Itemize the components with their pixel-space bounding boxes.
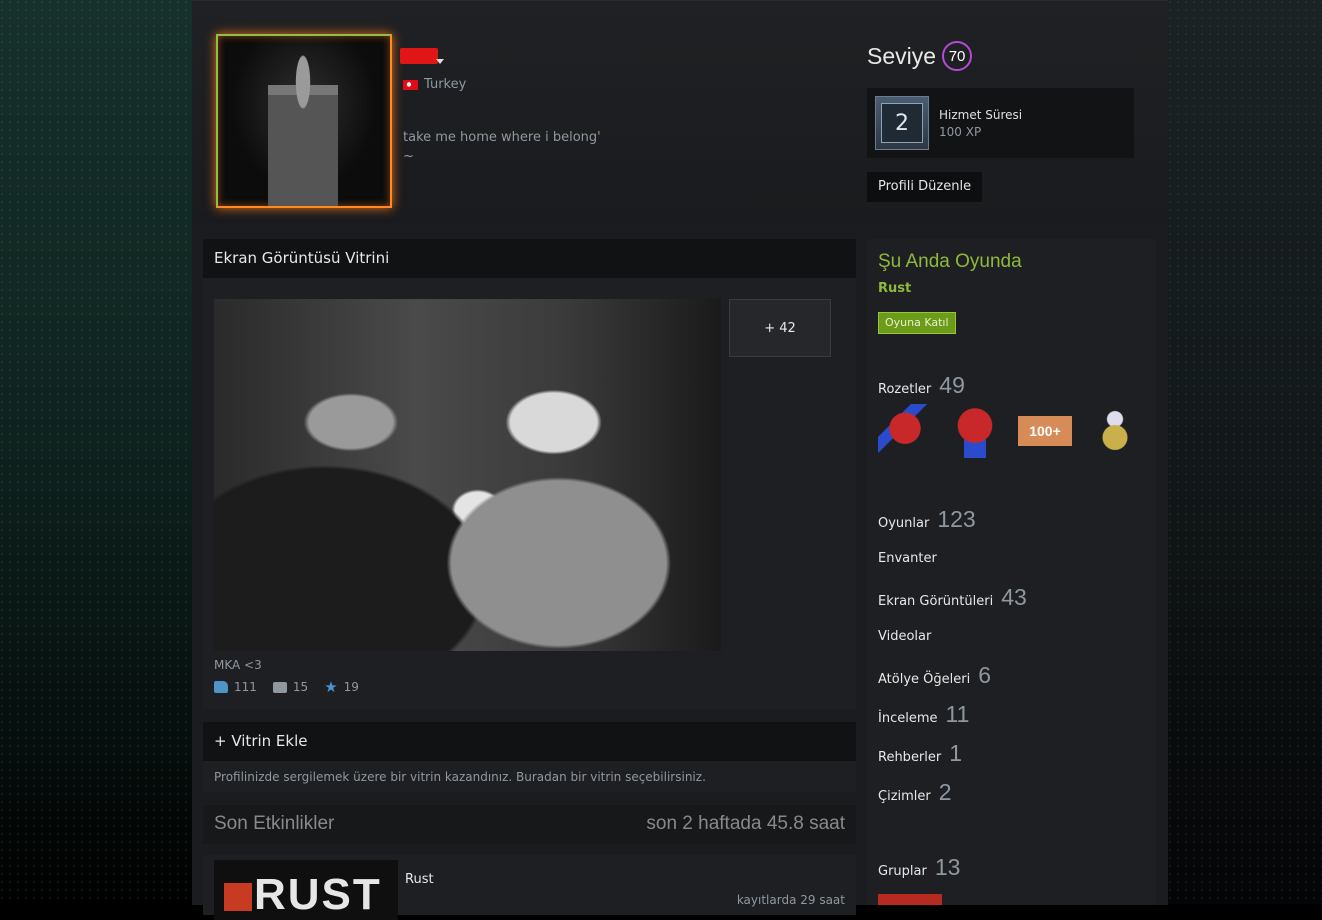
badge-list: 100+: [878, 404, 1142, 458]
badges-label: Rozetler: [878, 382, 932, 397]
reviews-link[interactable]: İnceleme 11: [878, 701, 969, 728]
games-link[interactable]: Oyunlar 123: [878, 506, 976, 533]
add-showcase-panel: + Vitrin Ekle Profilinizde sergilemek üz…: [203, 722, 856, 792]
guides-label: Rehberler: [878, 750, 942, 765]
level-label: Seviye: [867, 42, 937, 69]
featured-screenshot[interactable]: [214, 299, 721, 651]
game-capsule[interactable]: RUST: [214, 860, 398, 920]
comments-count: 15: [292, 680, 309, 694]
summary-line: take me home where i belong': [403, 130, 601, 145]
artwork-count: 2: [938, 779, 952, 805]
screenshots-count: 43: [1001, 584, 1027, 610]
edit-profile-button[interactable]: Profili Düzenle: [867, 172, 983, 202]
inventory-link[interactable]: Envanter: [878, 551, 937, 566]
game-logo-text: RUST: [254, 870, 382, 919]
guides-count: 1: [949, 740, 963, 766]
badge-text: 100+: [1029, 423, 1061, 439]
likes-stat[interactable]: 111: [214, 680, 257, 694]
more-screenshots-button[interactable]: + 42: [729, 299, 831, 357]
screenshots-link[interactable]: Ekran Görüntüleri 43: [878, 584, 1027, 611]
badge-name: Hizmet Süresi: [939, 108, 1023, 122]
game-record-hours: kayıtlarda 29 saat: [736, 893, 845, 907]
games-count: 123: [937, 506, 976, 532]
workshop-link[interactable]: Atölye Öğeleri 6: [878, 662, 991, 689]
add-showcase-text: Profilinizde sergilemek üzere bir vitrin…: [214, 770, 706, 784]
group-avatar[interactable]: [878, 894, 942, 905]
guides-link[interactable]: Rehberler 1: [878, 740, 962, 767]
games-100-badge-icon[interactable]: 100+: [1018, 404, 1072, 458]
screenshot-caption: MKA <3: [214, 658, 262, 672]
reviews-count: 11: [945, 701, 970, 727]
turkey-flag-icon: [403, 79, 418, 90]
profile-page: Turkey take me home where i belong' ~ Se…: [192, 0, 1168, 920]
seal-badge-icon[interactable]: [948, 404, 1002, 458]
badge-xp: 100 XP: [939, 125, 982, 139]
gift-badge-icon[interactable]: [1088, 404, 1142, 458]
favorites-count: 19: [343, 680, 359, 694]
badges-link[interactable]: Rozetler 49: [878, 372, 965, 399]
comments-stat[interactable]: 15: [272, 680, 309, 694]
avatar-figure: [268, 50, 338, 206]
recent-activity-title: Son Etkinlikler: [214, 813, 335, 834]
join-game-button[interactable]: Oyuna Katıl: [878, 312, 956, 334]
level-header: Seviye 70: [867, 41, 973, 71]
avatar[interactable]: [216, 34, 392, 208]
summary-line: ~: [403, 149, 414, 164]
videos-label: Videolar: [878, 629, 932, 644]
background-right: [1168, 0, 1322, 904]
ingame-game-link[interactable]: Rust: [878, 281, 911, 296]
screenshot-showcase: Ekran Görüntüsü Vitrini + 42 MKA <3 111 …: [203, 239, 856, 709]
profile-summary: take me home where i belong' ~: [403, 128, 601, 166]
rust-logo-icon: [224, 883, 252, 912]
recent-game-row: RUST Rust kayıtlarda 29 saat: [203, 855, 856, 920]
showcase-title: Ekran Görüntüsü Vitrini: [203, 239, 856, 278]
screenshot-image: [214, 299, 721, 651]
years-number: 2: [881, 103, 923, 143]
background-left: [0, 0, 192, 904]
favorite-badge[interactable]: 2 Hizmet Süresi 100 XP: [867, 88, 1134, 158]
add-showcase-button[interactable]: + Vitrin Ekle: [203, 722, 856, 761]
videos-link[interactable]: Videolar: [878, 629, 931, 644]
community-badge-icon[interactable]: [878, 404, 932, 458]
right-sidebar: Şu Anda Oyunda Rust Oyuna Katıl Rozetler…: [867, 239, 1156, 905]
comment-icon: [272, 681, 287, 693]
artwork-label: Çizimler: [878, 789, 931, 804]
game-name-link[interactable]: Rust: [405, 872, 434, 887]
country-label: Turkey: [424, 77, 467, 92]
chevron-down-icon[interactable]: [436, 59, 444, 64]
ingame-status: Şu Anda Oyunda: [878, 251, 1022, 272]
star-icon: ★: [324, 678, 338, 696]
workshop-count: 6: [978, 662, 991, 688]
groups-link[interactable]: Gruplar 13: [878, 854, 960, 881]
badges-count: 49: [939, 372, 965, 398]
groups-count: 13: [934, 854, 961, 880]
likes-count: 111: [234, 680, 257, 694]
reviews-label: İnceleme: [878, 711, 938, 726]
years-of-service-icon: 2: [875, 96, 929, 150]
screenshot-stats: 111 15 ★ 19: [214, 678, 359, 696]
recent-hours: son 2 haftada 45.8 saat: [646, 813, 845, 834]
profile-country: Turkey: [403, 77, 466, 92]
artwork-link[interactable]: Çizimler 2: [878, 779, 952, 806]
recent-activity-header: Son Etkinlikler son 2 haftada 45.8 saat: [203, 805, 856, 844]
profile-header: Turkey take me home where i belong' ~ Se…: [192, 1, 1168, 223]
thumbs-up-icon: [214, 681, 228, 693]
workshop-label: Atölye Öğeleri: [878, 672, 971, 687]
level-badge[interactable]: 70: [942, 41, 973, 71]
screenshots-label: Ekran Görüntüleri: [878, 594, 994, 609]
favorites-stat[interactable]: ★ 19: [324, 678, 359, 696]
game-logo: RUST: [224, 870, 382, 920]
games-label: Oyunlar: [878, 516, 930, 531]
groups-label: Gruplar: [878, 864, 927, 879]
username-redacted[interactable]: [400, 48, 438, 64]
inventory-label: Envanter: [878, 551, 937, 566]
